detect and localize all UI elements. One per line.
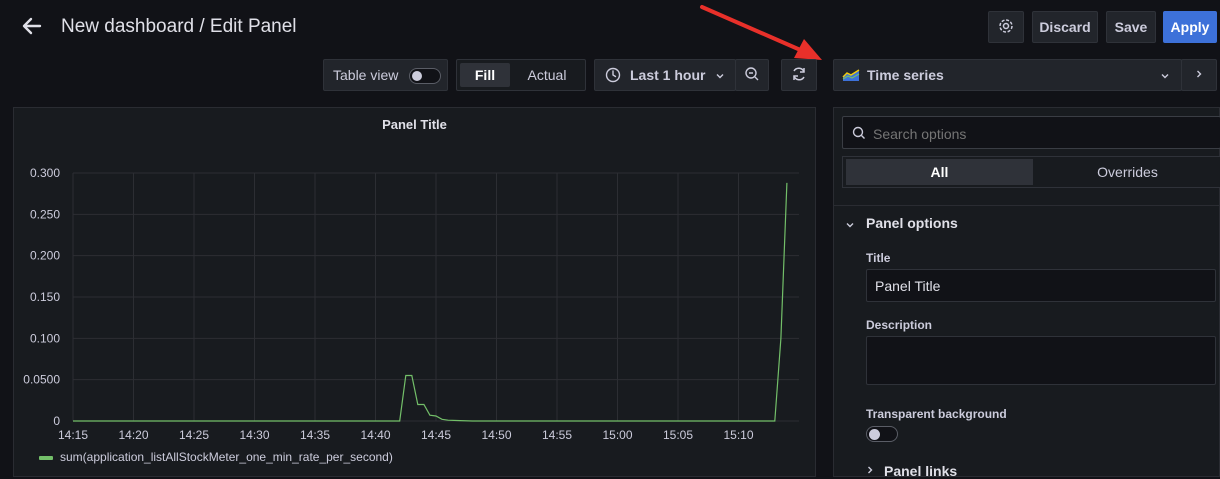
- clock-icon: [605, 67, 621, 83]
- options-pane: All Overrides Panel options Title Descri…: [833, 107, 1220, 477]
- table-view-switch[interactable]: [409, 68, 441, 84]
- x-tick-label: 14:40: [360, 428, 390, 442]
- visualization-label: Time series: [867, 67, 944, 83]
- y-tick-label: 0.300: [30, 166, 60, 180]
- x-tick-label: 14:45: [421, 428, 451, 442]
- settings-button[interactable]: [988, 11, 1024, 43]
- x-tick-label: 15:05: [663, 428, 693, 442]
- back-arrow-icon[interactable]: [20, 14, 44, 38]
- y-tick-label: 0: [53, 414, 60, 428]
- refresh-icon: [791, 66, 807, 85]
- time-series-icon: [842, 68, 860, 82]
- actual-button[interactable]: Actual: [512, 63, 582, 87]
- chart-panel: Panel Title 0.3000.2500.2000.1500.1000.0…: [13, 107, 816, 477]
- legend-label: sum(application_listAllStockMeter_one_mi…: [60, 450, 393, 464]
- tab-all[interactable]: All: [846, 159, 1033, 185]
- fill-button[interactable]: Fill: [460, 63, 510, 87]
- search-icon: [852, 126, 866, 143]
- gear-icon: [998, 18, 1014, 37]
- y-tick-label: 0.100: [30, 331, 60, 345]
- transparent-background-switch[interactable]: [866, 426, 898, 442]
- x-tick-label: 15:10: [723, 428, 753, 442]
- transparent-background-label: Transparent background: [866, 407, 1007, 421]
- legend-swatch: [39, 456, 53, 460]
- chevron-down-icon: [714, 69, 726, 85]
- x-tick-label: 14:50: [481, 428, 511, 442]
- time-range-picker[interactable]: Last 1 hour: [594, 59, 736, 91]
- page-title: New dashboard / Edit Panel: [61, 16, 297, 38]
- x-tick-label: 14:30: [239, 428, 269, 442]
- chevron-down-icon[interactable]: [844, 218, 856, 234]
- x-tick-label: 14:15: [58, 428, 88, 442]
- refresh-button[interactable]: [781, 59, 817, 91]
- series-line: [73, 183, 787, 421]
- visualization-picker[interactable]: Time series: [833, 59, 1182, 91]
- tab-overrides[interactable]: Overrides: [1034, 159, 1220, 185]
- divider: [834, 205, 1220, 206]
- chevron-down-icon: [1159, 69, 1171, 85]
- y-tick-label: 0.250: [30, 207, 60, 221]
- title-field-label: Title: [866, 251, 890, 265]
- discard-button[interactable]: Discard: [1032, 11, 1098, 43]
- options-pane-toggle[interactable]: [1181, 59, 1217, 91]
- chart-plot: 0.300 0.250 0.200 0.150 0.100 0.0500 014:15 14:…: [14, 108, 815, 476]
- y-tick-label: 0.200: [30, 249, 60, 263]
- y-tick-label: 0.0500: [23, 373, 60, 387]
- zoom-out-icon: [744, 66, 760, 85]
- chevron-right-icon[interactable]: [864, 463, 876, 479]
- search-options-field[interactable]: [842, 116, 1220, 149]
- x-tick-label: 14:25: [179, 428, 209, 442]
- zoom-out-button[interactable]: [735, 59, 769, 91]
- x-tick-label: 14:35: [300, 428, 330, 442]
- panel-links-section-title[interactable]: Panel links: [884, 463, 957, 479]
- table-view-label: Table view: [333, 67, 398, 83]
- x-tick-label: 14:55: [542, 428, 572, 442]
- x-tick-label: 14:20: [118, 428, 148, 442]
- description-field-label: Description: [866, 318, 932, 332]
- save-button[interactable]: Save: [1106, 11, 1156, 43]
- table-view-toggle[interactable]: Table view: [323, 59, 448, 91]
- y-tick-label: 0.150: [30, 290, 60, 304]
- x-tick-label: 15:00: [602, 428, 632, 442]
- panel-options-section-title[interactable]: Panel options: [866, 215, 958, 231]
- description-textarea[interactable]: [866, 336, 1216, 385]
- title-input[interactable]: [866, 269, 1216, 302]
- time-range-label: Last 1 hour: [630, 67, 705, 83]
- chevron-right-icon: [1193, 67, 1205, 83]
- search-options-input[interactable]: [871, 122, 1215, 146]
- apply-button[interactable]: Apply: [1163, 11, 1217, 43]
